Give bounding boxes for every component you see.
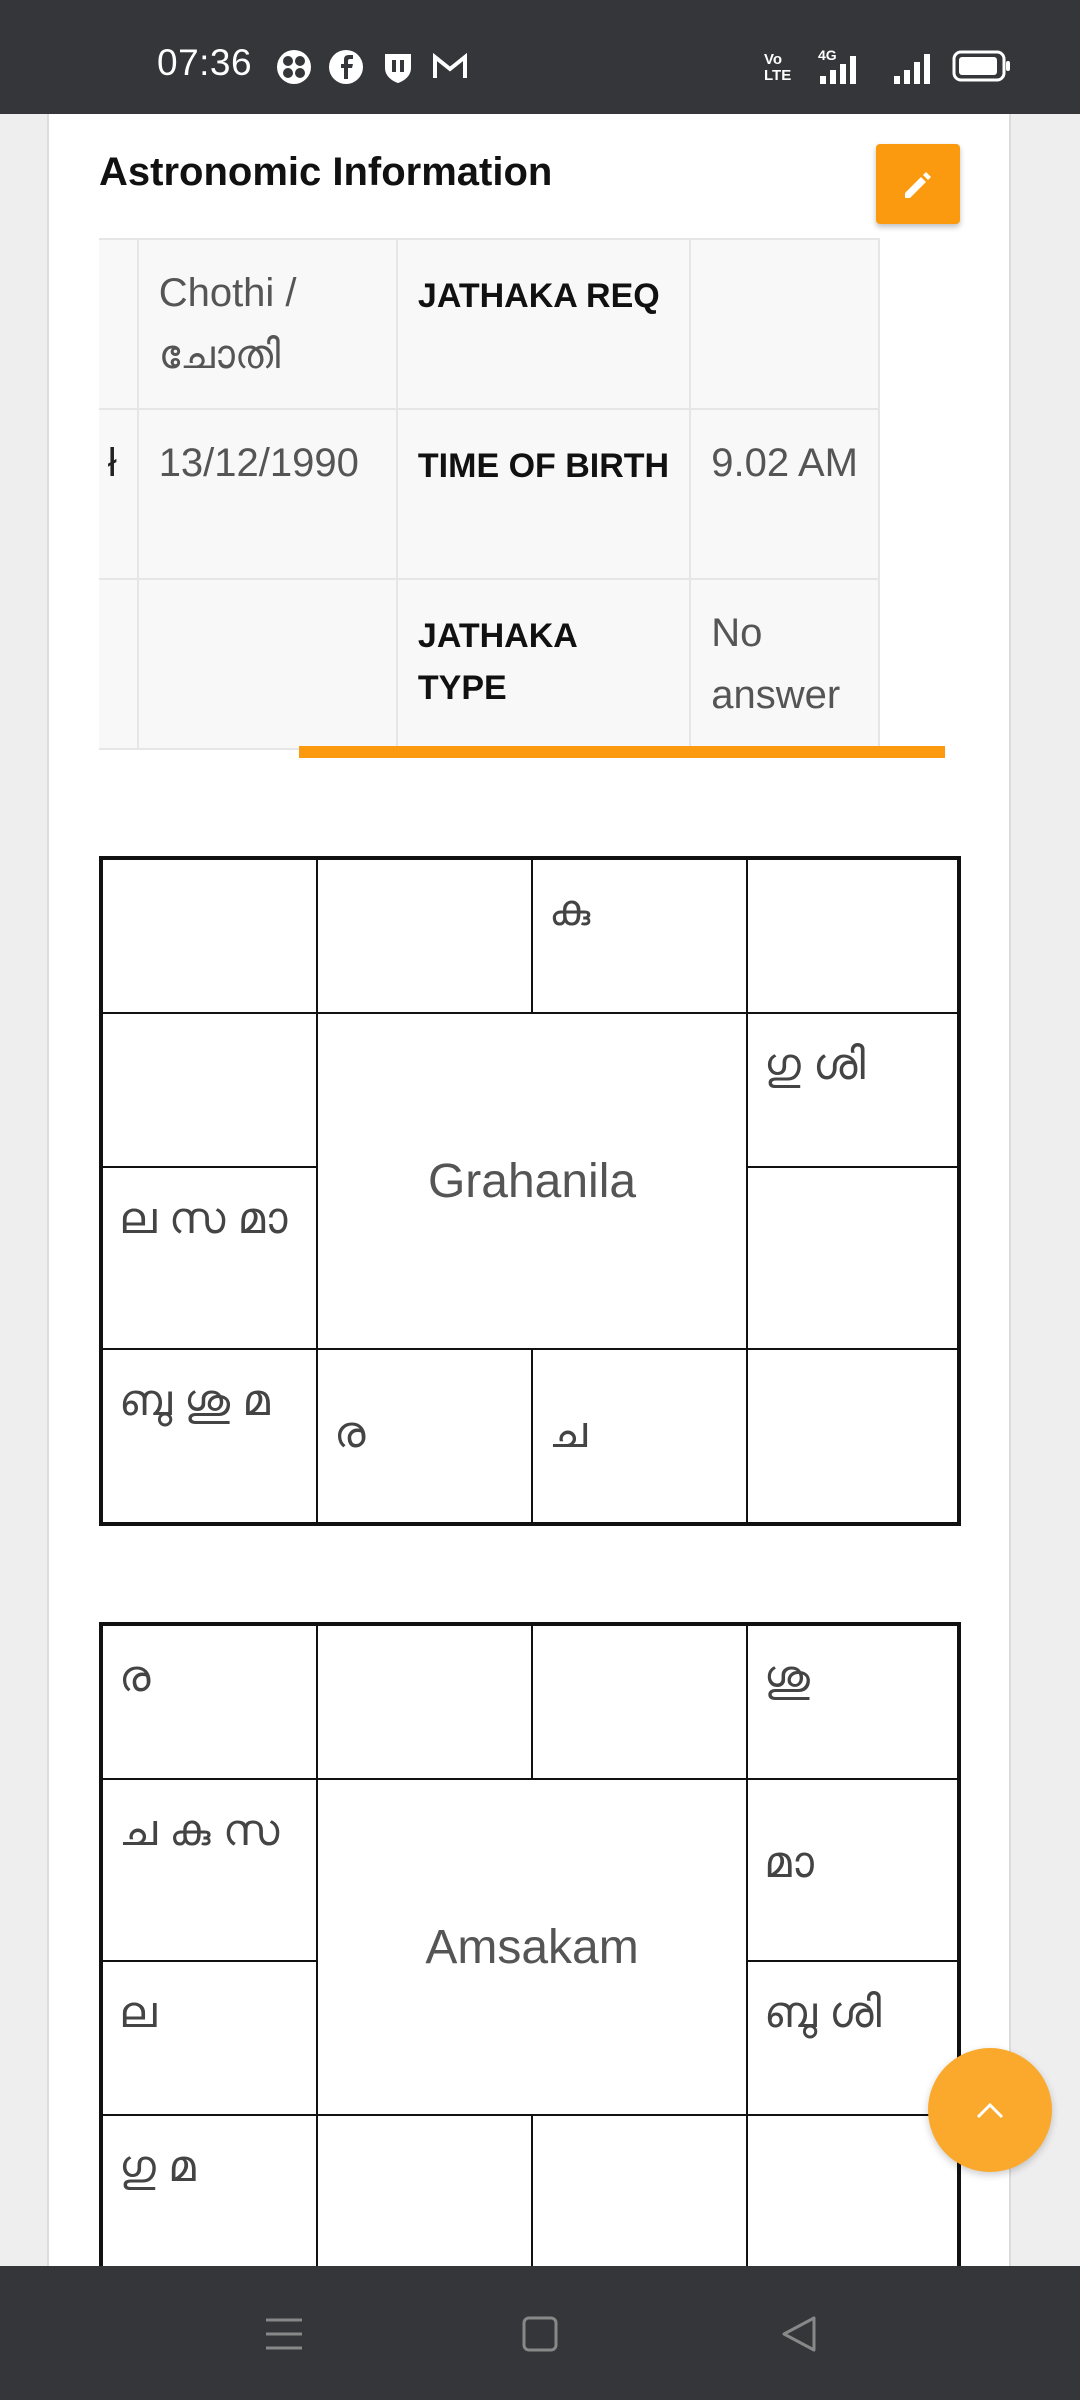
chart-cell: ഗു മ xyxy=(102,2115,317,2266)
svg-text:4G: 4G xyxy=(818,47,837,63)
pinwheel-icon xyxy=(275,48,313,86)
chart-cell xyxy=(747,2115,958,2266)
chart-cell: ഗു ശി xyxy=(747,1013,958,1167)
table-row: JATHAKA TYPE No answer xyxy=(99,578,880,750)
table-cell xyxy=(689,238,880,410)
menu-button[interactable] xyxy=(256,2310,316,2358)
menu-icon xyxy=(266,2318,302,2350)
system-nav-bar xyxy=(0,2266,1080,2400)
chart-cell: കു xyxy=(532,859,747,1013)
chart-cell: മാ xyxy=(747,1779,958,1961)
chart-cell xyxy=(532,1625,747,1779)
amsakam-title: Amsakam xyxy=(317,1779,747,2115)
amsakam-chart: ര ശു ച കു സ ല Amsakam മാ ബു ശി ഗു മ xyxy=(99,1622,961,2266)
chart-cell xyxy=(102,859,317,1013)
grahanila-title: Grahanila xyxy=(317,1013,747,1349)
table-row: ł 13/12/1990 TIME OF BIRTH 9.02 AM xyxy=(99,408,880,580)
chart-cell xyxy=(747,1349,958,1523)
table-cell: 13/12/1990 xyxy=(136,408,398,580)
volte-icon: Vo LTE xyxy=(764,51,792,84)
chart-cell xyxy=(747,1167,958,1349)
chart-cell xyxy=(317,1625,532,1779)
table-cell-label: JATHAKA TYPE xyxy=(395,578,692,750)
table-cell: Chothi / ചോതി xyxy=(136,238,398,410)
battery-icon xyxy=(952,49,1012,88)
chevron-up-icon xyxy=(976,2102,1004,2119)
chart-cell xyxy=(747,859,958,1013)
chart-cell: ശു xyxy=(747,1625,958,1779)
4g-signal-icon: 4G xyxy=(816,46,876,91)
status-right: Vo LTE 4G xyxy=(764,46,1012,91)
table-cell: No answer xyxy=(689,578,880,750)
chart-cell xyxy=(317,859,532,1013)
horizontal-scrollbar[interactable] xyxy=(299,746,945,758)
chart-cell xyxy=(102,1013,317,1167)
status-app-icons xyxy=(275,48,469,88)
astronomic-info-card: Astronomic Information Chothi / ചോതി JAT… xyxy=(47,114,1011,2266)
chart-cell: ല സ മാ xyxy=(102,1167,317,1349)
table-cell-label: JATHAKA REQ xyxy=(395,238,692,410)
chart-cell: ബു ശി xyxy=(747,1961,958,2115)
status-bar: 07:36 Vo LTE 4G xyxy=(0,0,1080,114)
table-cell: ł xyxy=(99,408,139,580)
home-button[interactable] xyxy=(510,2310,570,2358)
chart-cell xyxy=(532,2115,747,2266)
signal-icon xyxy=(892,46,936,91)
table-cell xyxy=(99,578,139,750)
info-table: Chothi / ചോതി JATHAKA REQ ł 13/12/1990 T… xyxy=(99,238,880,750)
section-title: Astronomic Information xyxy=(99,150,553,194)
table-row: Chothi / ചോതി JATHAKA REQ xyxy=(99,238,880,410)
chart-cell xyxy=(317,2115,532,2266)
back-button[interactable] xyxy=(770,2310,830,2358)
home-icon xyxy=(522,2316,558,2352)
table-cell xyxy=(99,238,139,410)
table-cell: 9.02 AM xyxy=(689,408,880,580)
chart-cell: ര xyxy=(102,1625,317,1779)
table-cell-label: TIME OF BIRTH xyxy=(395,408,692,580)
shield-icon xyxy=(379,48,417,86)
grahanila-chart: കു ല സ മാ Grahanila ഗു ശി ബു ശു മ ര ച xyxy=(99,856,961,1526)
back-icon xyxy=(782,2316,816,2352)
info-table-scroll[interactable]: Chothi / ചോതി JATHAKA REQ ł 13/12/1990 T… xyxy=(99,238,960,750)
facebook-icon xyxy=(327,48,365,86)
status-time: 07:36 xyxy=(157,42,253,83)
chart-cell: ര xyxy=(317,1349,532,1523)
chart-cell: ബു ശു മ xyxy=(102,1349,317,1523)
scroll-to-top-button[interactable] xyxy=(928,2048,1052,2172)
chart-cell: ല xyxy=(102,1961,317,2115)
pencil-icon xyxy=(905,172,931,198)
edit-button[interactable] xyxy=(876,144,960,224)
chart-cell: ച xyxy=(532,1349,747,1523)
gmail-icon xyxy=(431,48,469,86)
chart-cell: ച കു സ xyxy=(102,1779,317,1961)
table-cell xyxy=(136,578,398,750)
